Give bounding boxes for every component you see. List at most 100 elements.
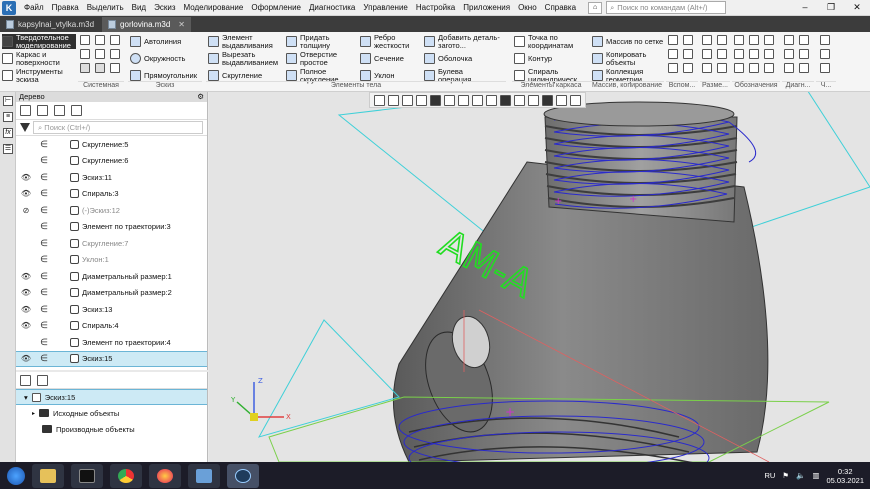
shell-button[interactable]: Оболочка — [424, 51, 510, 66]
drawing-icon[interactable] — [820, 35, 830, 45]
collapse-icon[interactable]: ▾ — [24, 393, 28, 402]
autoline-button[interactable]: Автолиния — [130, 34, 197, 49]
tab-gorlovina[interactable]: gorlovina.m3d ✕ — [102, 17, 191, 32]
taskbar-chrome[interactable] — [110, 463, 142, 488]
mode-surfaces[interactable]: Каркас и поверхности — [2, 51, 76, 66]
tree-item[interactable]: ⊘ ∈ (-)Эскиз:12 — [16, 202, 207, 219]
circle-button[interactable]: Окружность — [130, 51, 197, 66]
relation-icon[interactable]: ∈ — [38, 304, 50, 315]
save-icon[interactable] — [110, 35, 120, 45]
section-view-icon[interactable] — [458, 94, 469, 106]
flag-icon[interactable]: ⚑ — [782, 471, 789, 480]
relation-icon[interactable]: ∈ — [38, 271, 50, 282]
menu-window[interactable]: Окно — [514, 3, 541, 12]
3d-viewport[interactable]: + + АМ-А + X Z Y — [209, 92, 870, 462]
shading-icon[interactable] — [430, 94, 441, 106]
radius-dim-icon[interactable] — [702, 49, 712, 59]
menu-control[interactable]: Управление — [359, 3, 411, 12]
new-file-icon[interactable] — [80, 35, 90, 45]
base-icon[interactable] — [749, 35, 759, 45]
window-icon[interactable] — [528, 94, 539, 106]
object-node-sketch[interactable]: ▾ Эскиз:15 — [16, 389, 207, 405]
relation-icon[interactable]: ∈ — [38, 155, 50, 166]
menu-settings[interactable]: Настройка — [412, 3, 459, 12]
visibility-eye-icon[interactable]: 👁 — [20, 288, 32, 297]
view-orientation-icon[interactable] — [444, 94, 455, 106]
tree-item[interactable]: ∈ Элемент по траектории:3 — [16, 219, 207, 236]
angle-dim-icon[interactable] — [717, 49, 727, 59]
cursor-icon[interactable] — [570, 94, 581, 106]
tree-list-icon[interactable] — [37, 374, 48, 386]
visibility-eye-icon[interactable]: 👁 — [20, 354, 32, 363]
close-icon[interactable]: ✕ — [844, 2, 870, 13]
diameter-dim-icon[interactable] — [717, 35, 727, 45]
chamfer-dim-icon[interactable] — [717, 63, 727, 73]
cs-icon[interactable] — [683, 49, 693, 59]
auto-dim-icon[interactable] — [702, 63, 712, 73]
menu-drafting[interactable]: Оформление — [247, 3, 305, 12]
relation-icon[interactable]: ∈ — [38, 353, 50, 364]
copy-objects-button[interactable]: Копировать объекты — [592, 51, 663, 66]
taskbar-explorer[interactable] — [32, 463, 64, 488]
relation-icon[interactable]: ∈ — [38, 254, 50, 265]
visibility-eye-icon[interactable]: ⊘ — [20, 206, 32, 215]
tree-item[interactable]: ∈ Уклон:1 — [16, 252, 207, 269]
minimize-icon[interactable]: – — [792, 2, 818, 13]
tree-panel-icon[interactable]: ⊢ — [3, 96, 13, 106]
grid-array-button[interactable]: Массив по сетке — [592, 34, 663, 49]
rib-button[interactable]: Ребро жесткости — [360, 34, 424, 49]
text-icon[interactable] — [764, 49, 774, 59]
menu-edit[interactable]: Правка — [48, 3, 83, 12]
properties-panel-icon[interactable]: ≡ — [3, 112, 13, 122]
taskbar-window[interactable] — [188, 463, 220, 488]
distance-icon[interactable] — [784, 49, 794, 59]
tree-relations-icon[interactable] — [54, 105, 65, 116]
visibility-eye-icon[interactable]: 👁 — [20, 305, 32, 314]
speaker-icon[interactable]: 🔈 — [796, 471, 805, 480]
view-icon[interactable] — [820, 49, 830, 59]
rotate-icon[interactable] — [402, 94, 413, 106]
roughness-icon[interactable] — [734, 35, 744, 45]
tolerance-icon[interactable] — [764, 35, 774, 45]
network-icon[interactable]: ▥ — [812, 471, 819, 480]
app-logo-icon[interactable]: K — [2, 0, 16, 15]
tree-item[interactable]: 👁 ∈ Эскиз:11 — [16, 169, 207, 186]
language-indicator[interactable]: RU — [764, 471, 775, 480]
settings-gear-icon[interactable]: ⚙ — [197, 92, 204, 102]
menu-help[interactable]: Справка — [541, 3, 580, 12]
tree-structure-icon[interactable] — [20, 105, 31, 116]
taskbar-kompas[interactable] — [227, 463, 259, 488]
check-icon[interactable] — [784, 35, 794, 45]
mark-icon[interactable] — [749, 49, 759, 59]
tree-search-input[interactable]: ⌕ Поиск (Ctrl+/) — [33, 121, 203, 134]
collision-icon[interactable] — [784, 63, 794, 73]
export-icon[interactable] — [820, 63, 830, 73]
restore-icon[interactable]: ❐ — [818, 2, 844, 13]
tree-structure-icon[interactable] — [20, 374, 31, 386]
plane-icon[interactable] — [668, 35, 678, 45]
measure-icon[interactable] — [683, 63, 693, 73]
visibility-eye-icon[interactable]: 👁 — [20, 321, 32, 330]
tree-item[interactable]: ∈ Скругление:7 — [16, 235, 207, 252]
undo-icon[interactable] — [80, 63, 90, 73]
thicken-button[interactable]: Придать толщину — [286, 34, 360, 49]
tree-item[interactable]: 👁 ∈ Спираль:4 — [16, 318, 207, 335]
taskbar-cmd[interactable] — [71, 463, 103, 488]
mode-solid[interactable]: Твердотельное моделирование — [2, 34, 76, 49]
relation-icon[interactable]: ∈ — [38, 188, 50, 199]
menu-view[interactable]: Вид — [128, 3, 150, 12]
hide-icon[interactable] — [472, 94, 483, 106]
properties-icon[interactable] — [110, 49, 120, 59]
copy-icon[interactable] — [80, 49, 90, 59]
layout-icon[interactable] — [514, 94, 525, 106]
visibility-icon[interactable] — [486, 94, 497, 106]
tree-list-icon[interactable] — [37, 105, 48, 116]
tree-item[interactable]: ∈ Скругление:5 — [16, 136, 207, 153]
point-by-coords-button[interactable]: Точка по координатам — [514, 34, 588, 49]
cut-icon[interactable] — [110, 63, 120, 73]
visibility-eye-icon[interactable]: 👁 — [20, 272, 32, 281]
tree-item[interactable]: ∈ Элемент по траектории:4 — [16, 334, 207, 351]
hole-button[interactable]: Отверстие простое — [286, 51, 360, 66]
thread-icon[interactable] — [734, 63, 744, 73]
tree-item[interactable]: 👁 ∈ Диаметральный размер:2 — [16, 285, 207, 302]
